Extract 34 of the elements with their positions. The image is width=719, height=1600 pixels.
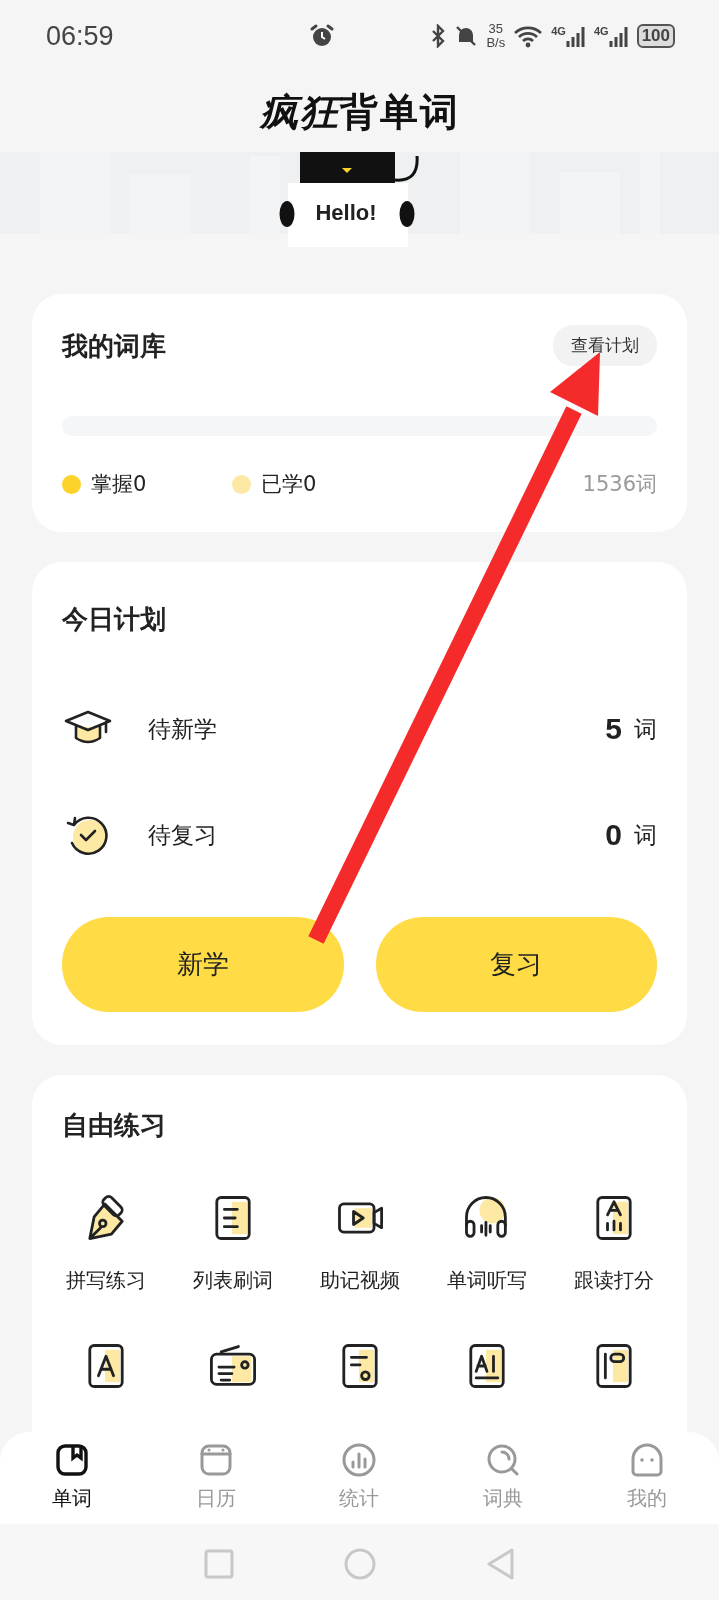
plan-label: 待新学 xyxy=(148,714,217,744)
network-type: 4G xyxy=(551,25,566,37)
app-logo: 疯狂背单词 xyxy=(259,88,460,136)
view-plan-button[interactable]: 查看计划 xyxy=(553,325,657,366)
word-total: 1536词 xyxy=(582,471,657,498)
word-count: 0 xyxy=(605,818,622,852)
net-speed-unit: B/s xyxy=(486,36,506,50)
hello-sign: Hello! xyxy=(314,199,378,227)
study-button[interactable]: 复习 xyxy=(375,917,657,1012)
legend-label: 已学0 xyxy=(261,471,317,498)
practice-label[interactable]: 跟读打分 xyxy=(573,1267,654,1294)
card-title: 我的词库 xyxy=(62,329,166,363)
signal-icon xyxy=(608,25,629,47)
net-speed-value: 35 xyxy=(488,22,504,36)
wifi-icon xyxy=(513,24,544,48)
tab[interactable]: 单词 xyxy=(0,1432,144,1524)
card-title: 今日计划 xyxy=(62,603,167,636)
study-button[interactable]: 新学 xyxy=(62,917,344,1012)
bluetooth-icon xyxy=(430,24,447,48)
word-count: 5 xyxy=(605,712,622,746)
signal-icon xyxy=(565,25,586,47)
card-title: 自由练习 xyxy=(62,1109,167,1142)
practice-label[interactable]: 列表刷词 xyxy=(192,1267,273,1294)
word-unit: 词 xyxy=(634,820,657,850)
plan-label: 待复习 xyxy=(148,820,217,850)
practice-label[interactable]: 助记视频 xyxy=(319,1267,400,1294)
practice-label[interactable]: 拼写练习 xyxy=(65,1267,146,1294)
battery-level: 100 xyxy=(636,24,675,48)
network-type: 4G xyxy=(593,25,609,37)
practice-label[interactable]: 单词听写 xyxy=(446,1267,527,1294)
alarm-icon xyxy=(309,23,335,49)
legend-label: 掌握0 xyxy=(91,471,147,498)
status-time: 06:59 xyxy=(46,20,114,52)
word-unit: 词 xyxy=(634,714,657,744)
